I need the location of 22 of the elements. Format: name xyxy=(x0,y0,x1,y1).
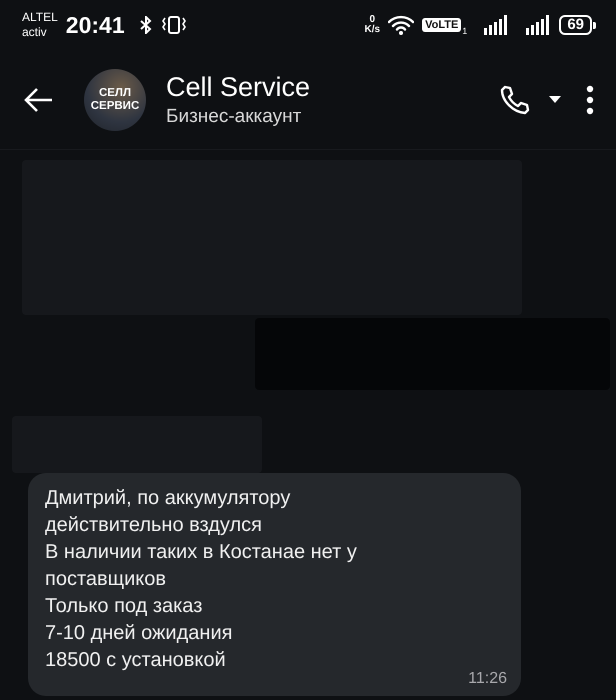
more-menu-button[interactable] xyxy=(586,84,594,114)
dropdown-button[interactable] xyxy=(548,95,562,104)
sim-number: 1 xyxy=(462,26,468,36)
avatar[interactable]: СЕЛЛ СЕРВИС xyxy=(84,68,146,130)
back-button[interactable] xyxy=(24,86,54,112)
message-text: Дмитрий, по аккумулятору действительно вздулся В наличии таких в Костанае нет у поставщиков Только под заказ 7-10 дней ожидания 18500 с установкой xyxy=(45,486,358,673)
clock-time: 20:41 xyxy=(66,12,125,38)
vibrate-icon xyxy=(160,15,187,35)
speed-value: 0 xyxy=(370,15,376,25)
battery-indicator: 69 xyxy=(559,15,596,35)
wifi-icon xyxy=(388,15,414,35)
bluetooth-icon xyxy=(138,16,153,34)
speed-unit: K/s xyxy=(364,25,380,35)
contact-subtitle: Бизнес-аккаунт xyxy=(166,106,302,128)
signal-icon xyxy=(483,14,510,36)
volte-badge: VoLTE xyxy=(422,18,462,32)
call-button[interactable] xyxy=(498,84,530,116)
carrier-name: ALTEL xyxy=(22,10,58,25)
carrier-name: activ xyxy=(22,25,48,40)
message-time: 11:26 xyxy=(468,670,507,688)
signal-icon xyxy=(525,14,552,36)
contact-name: Cell Service xyxy=(166,71,312,103)
